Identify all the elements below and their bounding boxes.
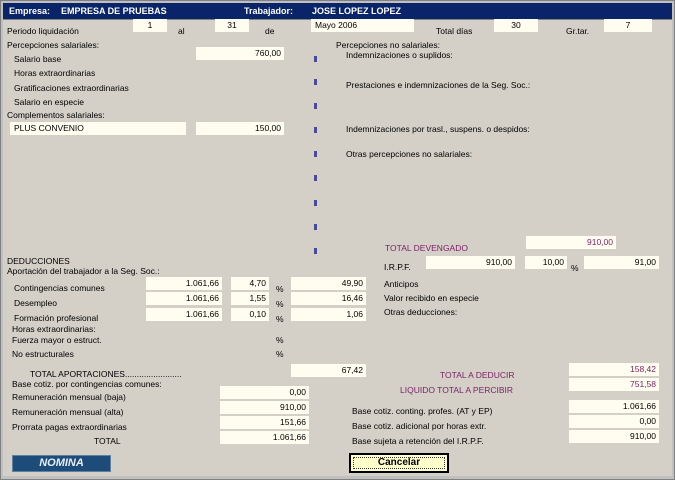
- separator-dot: [314, 224, 317, 230]
- gratificaciones-label: Gratificaciones extraordinarias: [14, 83, 129, 93]
- remuneracion-baja-label: Remuneración mensual (baja): [12, 392, 126, 402]
- remuneracion-baja-field[interactable]: 0,00: [220, 386, 309, 399]
- month-year-field[interactable]: Mayo 2006: [311, 19, 414, 32]
- total-deducir-field[interactable]: 158,42: [569, 363, 659, 376]
- separator-dot: [314, 103, 317, 109]
- horas-extra-label: Horas extraordinarias: [14, 68, 96, 78]
- irpf-pct-sign: %: [571, 263, 579, 273]
- remuneracion-alta-label: Remuneración mensual (alta): [12, 407, 124, 417]
- fuerza-mayor-pct-sign: %: [276, 335, 284, 345]
- total-deducir-label: TOTAL A DEDUCIR: [440, 370, 515, 380]
- separator-dot: [314, 175, 317, 181]
- liquido-label: LIQUIDO TOTAL A PERCIBIR: [400, 385, 514, 395]
- aportacion-title: Aportación del trabajador a la Seg. Soc.…: [7, 266, 160, 276]
- separator-dot: [314, 248, 317, 254]
- salario-base-field[interactable]: 760,00: [196, 47, 284, 60]
- prorrata-field[interactable]: 151,66: [220, 416, 309, 429]
- otras-percepciones-label: Otras percepciones no salariales:: [346, 149, 473, 159]
- anticipos-label: Anticipos: [384, 279, 419, 289]
- desempleo-label: Desempleo: [14, 298, 57, 308]
- base-at-ep-field[interactable]: 1.061,66: [569, 400, 659, 413]
- grtar-field[interactable]: 7: [604, 19, 652, 32]
- no-estructurales-pct-sign: %: [276, 349, 284, 359]
- separator-dot: [314, 127, 317, 133]
- cancel-button[interactable]: Cancelar: [349, 453, 449, 473]
- irpf-label: I.R.P.F.: [384, 262, 411, 272]
- irpf-base-field[interactable]: 910,00: [426, 256, 515, 269]
- formacion-amount-field[interactable]: 1,06: [291, 308, 366, 321]
- trabajador-label: Trabajador:: [244, 6, 294, 16]
- periodo-label: Periodo liquidación: [7, 26, 79, 36]
- contingencias-amount-field[interactable]: 49,90: [291, 277, 366, 290]
- complementos-title: Complementos salariales:: [7, 110, 105, 120]
- remuneracion-alta-field[interactable]: 910,00: [220, 401, 309, 414]
- percepciones-salariales-title: Percepciones salariales:: [7, 40, 100, 50]
- desempleo-amount-field[interactable]: 16,46: [291, 292, 366, 305]
- nomina-button[interactable]: NOMINA: [12, 455, 111, 472]
- total-dias-label: Total días: [436, 26, 473, 36]
- contingencias-pct-field[interactable]: 4,70: [231, 277, 269, 290]
- base-irpf-field[interactable]: 910,00: [569, 430, 659, 443]
- irpf-pct-field[interactable]: 10,00: [525, 256, 567, 269]
- base-horas-field[interactable]: 0,00: [569, 415, 659, 428]
- trabajador-value: JOSE LOPEZ LOPEZ: [312, 6, 402, 16]
- separator-dot: [314, 56, 317, 62]
- salario-base-label: Salario base: [14, 54, 62, 64]
- desempleo-base-field[interactable]: 1.061,66: [146, 292, 222, 305]
- liquido-field[interactable]: 751,58: [569, 378, 659, 391]
- salario-especie-label: Salario en especie: [14, 97, 84, 107]
- prorrata-label: Prorrata pagas extraordinarias: [12, 422, 127, 432]
- total-aportaciones-label: TOTAL APORTACIONES......................…: [30, 369, 182, 379]
- base-horas-label: Base cotiz. adicional por horas extr.: [352, 421, 487, 431]
- separator-dot: [314, 79, 317, 85]
- irpf-amount-field[interactable]: 91,00: [584, 256, 659, 269]
- de-label: de: [265, 26, 275, 36]
- total-devengado-label: TOTAL DEVENGADO: [385, 243, 468, 253]
- header-bar: Empresa: EMPRESA DE PRUEBAS Trabajador: …: [3, 3, 672, 19]
- prestaciones-label: Prestaciones e indemnizaciones de la Seg…: [346, 80, 531, 90]
- total-aportaciones-field[interactable]: 67,42: [291, 364, 366, 377]
- formacion-pct-sign: %: [276, 314, 284, 324]
- base-cotiz-title: Base cotiz. por contingencias comunes:: [12, 379, 162, 389]
- separator-dot: [314, 200, 317, 206]
- grtar-label: Gr.tar.: [566, 26, 590, 36]
- periodo-from-field[interactable]: 1: [133, 19, 167, 32]
- periodo-to-field[interactable]: 31: [215, 19, 249, 32]
- empresa-value: EMPRESA DE PRUEBAS: [61, 6, 167, 16]
- separator-dot: [314, 151, 317, 157]
- deducciones-title: DEDUCCIONES: [7, 256, 70, 266]
- base-at-ep-label: Base cotiz. conting. profes. (AT y EP): [352, 406, 493, 416]
- fuerza-mayor-label: Fuerza mayor o estruct.: [12, 335, 102, 345]
- al-label: al: [178, 26, 185, 36]
- indemnizaciones-label: Indemnizaciones o suplidos:: [346, 50, 453, 60]
- desempleo-pct-sign: %: [276, 299, 284, 309]
- otras-deducciones-label: Otras deducciones:: [384, 307, 458, 317]
- desempleo-pct-field[interactable]: 1,55: [231, 292, 269, 305]
- contingencias-pct-sign: %: [276, 284, 284, 294]
- percepciones-no-salariales-title: Percepciones no salariales:: [336, 40, 440, 50]
- formacion-pct-field[interactable]: 0,10: [231, 308, 269, 321]
- complemento-name-field[interactable]: PLUS CONVENIO: [10, 122, 186, 135]
- complemento-value-field[interactable]: 150,00: [196, 122, 284, 135]
- contingencias-comunes-label: Contingencias comunes: [14, 283, 105, 293]
- base-total-label: TOTAL: [94, 436, 121, 446]
- contingencias-base-field[interactable]: 1.061,66: [146, 277, 222, 290]
- base-irpf-label: Base sujeta a retención del I.R.P.F.: [352, 436, 484, 446]
- indemn-traslados-label: Indemnizaciones por trasl., suspens. o d…: [346, 124, 530, 134]
- no-estructurales-label: No estructurales: [12, 349, 74, 359]
- horas-extra-deduccion-label: Horas extraordinarias:: [12, 324, 96, 334]
- formacion-profesional-label: Formación profesional: [14, 313, 99, 323]
- base-total-field[interactable]: 1.061,66: [220, 431, 309, 444]
- valor-especie-label: Valor recibido en especie: [384, 293, 479, 303]
- empresa-label: Empresa:: [9, 6, 51, 16]
- formacion-base-field[interactable]: 1.061,66: [146, 308, 222, 321]
- total-dias-field[interactable]: 30: [494, 19, 538, 32]
- total-devengado-field[interactable]: 910,00: [526, 236, 616, 249]
